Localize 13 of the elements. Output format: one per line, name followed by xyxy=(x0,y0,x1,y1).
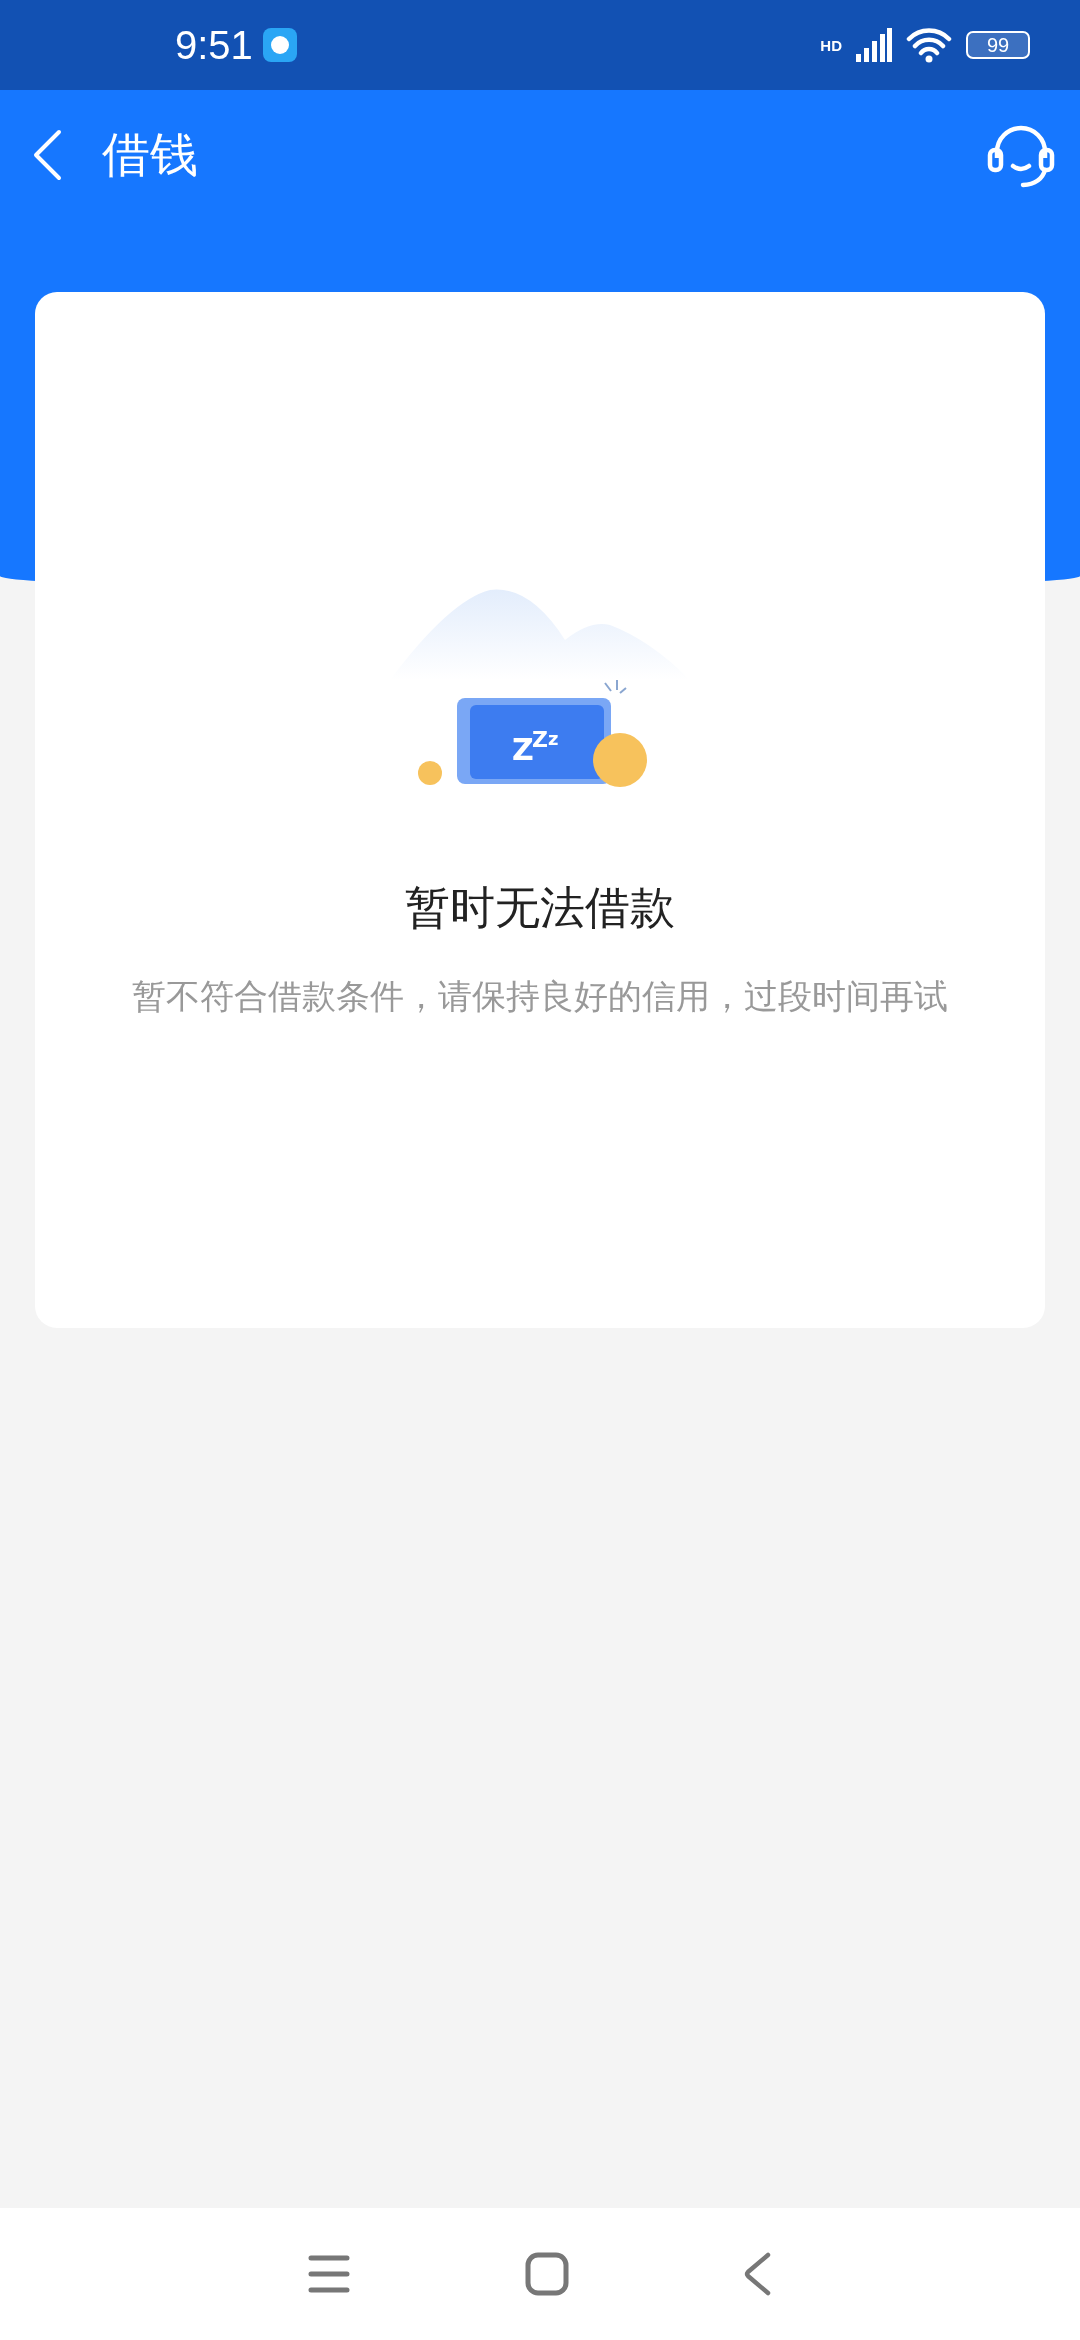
app-notification-icon xyxy=(262,28,297,62)
page-title: 借钱 xyxy=(102,125,198,184)
back-icon[interactable] xyxy=(744,2252,773,2296)
empty-state-title: 暂时无法借款 xyxy=(405,880,675,936)
wifi-icon xyxy=(906,27,952,63)
empty-state-message: 暂不符合借款条件，请保持良好的信用，过段时间再试 xyxy=(132,975,948,1018)
menu-icon[interactable] xyxy=(307,2254,350,2294)
network-type: HD xyxy=(820,36,842,54)
back-icon[interactable] xyxy=(32,129,62,181)
home-icon[interactable] xyxy=(525,2252,569,2296)
battery-indicator: 99 xyxy=(966,31,1030,59)
status-time: 9:51 xyxy=(175,22,253,68)
signal-icon xyxy=(856,28,892,62)
